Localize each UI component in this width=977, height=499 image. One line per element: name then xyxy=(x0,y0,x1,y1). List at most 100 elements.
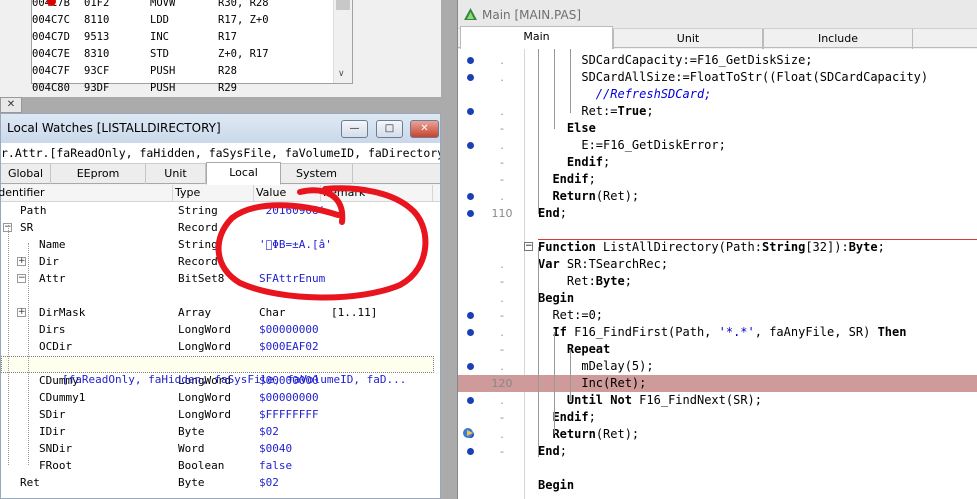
watch-row[interactable]: Name String ' ΦΒ=±A.[â' xyxy=(1,236,440,253)
code-line[interactable]: . SDCardAllSize:=FloatToStr((Float(SDCar… xyxy=(458,69,977,86)
editor-titlebar[interactable]: Main [MAIN.PAS] xyxy=(458,0,977,29)
watch-row[interactable]: − SR Record xyxy=(1,219,440,236)
line-number: - xyxy=(500,156,504,169)
watch-row[interactable]: SNDir Word $0040 xyxy=(1,440,440,457)
watch-identifier: Dirs xyxy=(39,323,66,336)
function-separator xyxy=(538,239,977,240)
watch-row[interactable]: + DirMask Array Char [1..11] xyxy=(1,304,440,321)
scroll-thumb[interactable] xyxy=(336,0,350,10)
code-line[interactable]: - Endif; xyxy=(458,154,977,171)
tab-local[interactable]: Local xyxy=(206,162,281,185)
maximize-button[interactable]: □ xyxy=(376,120,403,138)
watch-row[interactable]: SDir LongWord $FFFFFFFF xyxy=(1,406,440,423)
breakpoint-dot-icon[interactable] xyxy=(467,142,474,149)
code-line[interactable]: . E:=F16_GetDiskError; xyxy=(458,137,977,154)
current-line[interactable]: 120 Inc(Ret); xyxy=(458,375,977,392)
watch-row[interactable]: Path String '20160908' xyxy=(1,202,440,219)
watch-expression-field[interactable]: r.Attr.[faReadOnly, faHidden, faSysFile,… xyxy=(1,143,440,164)
watch-row[interactable]: OCDir LongWord $000EAF02 xyxy=(1,338,440,355)
code-text: Until Not F16_FindNext(SR); xyxy=(566,393,762,407)
watch-value: $00000000 xyxy=(259,323,319,336)
code-text: Endif; xyxy=(552,410,596,424)
code-line[interactable]: - Repeat xyxy=(458,341,977,358)
collapse-icon[interactable]: − xyxy=(17,274,26,283)
tab-unit[interactable]: Unit xyxy=(146,164,206,184)
fold-toggle-icon[interactable]: − xyxy=(524,242,533,251)
code-line[interactable]: - Endif; xyxy=(458,409,977,426)
line-number: . xyxy=(500,190,504,203)
close-icon[interactable]: ✕ xyxy=(0,97,22,113)
attr-value-row[interactable]: [faReadOnly, faHidden, faSysFile, faVolu… xyxy=(1,356,434,386)
watch-row[interactable]: Dirs LongWord $00000000 xyxy=(1,321,440,338)
breakpoint-dot-icon[interactable] xyxy=(467,448,474,455)
breakpoint-dot-icon[interactable] xyxy=(467,210,474,217)
watch-row[interactable]: CDummy1 LongWord $00000000 xyxy=(1,389,440,406)
breakpoint-dot-icon[interactable] xyxy=(467,193,474,200)
breakpoint-dot-icon[interactable] xyxy=(467,329,474,336)
expand-icon[interactable]: + xyxy=(17,308,26,317)
breakpoint-dot-icon[interactable] xyxy=(467,108,474,115)
watch-row[interactable]: Ret Byte $02 xyxy=(1,474,440,491)
code-line[interactable]: . Begin xyxy=(458,290,977,307)
close-button[interactable]: ✕ xyxy=(410,120,439,138)
watch-row[interactable]: IDir Byte $02 xyxy=(1,423,440,440)
code-line[interactable] xyxy=(458,460,977,477)
disasm-addr: 004C7E xyxy=(32,48,70,60)
breakpoint-dot-icon[interactable] xyxy=(467,74,474,81)
tab-main[interactable]: Main xyxy=(460,26,613,50)
breakpoint-dot-icon[interactable] xyxy=(467,363,474,370)
disassembly-list[interactable] xyxy=(31,0,353,84)
code-editor[interactable]: . SDCardCapacity:=F16_GetDiskSize;. SDCa… xyxy=(458,49,977,499)
breakpoint-dot-icon[interactable] xyxy=(467,312,474,319)
code-text: End; xyxy=(538,206,567,220)
watches-titlebar[interactable]: Local Watches [LISTALLDIRECTORY] — □ ✕ xyxy=(1,114,440,143)
watch-type: LongWord xyxy=(178,340,231,353)
line-number: . xyxy=(500,326,504,339)
minimize-button[interactable]: — xyxy=(341,120,368,138)
code-line[interactable]: . If F16_FindFirst(Path, '*.*', faAnyFil… xyxy=(458,324,977,341)
code-line[interactable]: - Ret:Byte; xyxy=(458,273,977,290)
code-line[interactable]: . Ret:=True; xyxy=(458,103,977,120)
watch-row[interactable]: FRoot Boolean false xyxy=(1,457,440,474)
fold-line xyxy=(538,247,539,457)
watch-identifier: SR xyxy=(20,221,34,234)
fold-line xyxy=(570,49,571,113)
watch-row[interactable]: + Dir Record xyxy=(1,253,440,270)
col-value[interactable]: Value xyxy=(254,185,321,202)
code-line[interactable]: Begin xyxy=(458,477,977,494)
tab-global[interactable]: Global xyxy=(1,164,51,184)
code-line[interactable]: Function ListAllDirectory(Path:String[32… xyxy=(458,239,977,256)
code-line[interactable]: //RefreshSDCard; xyxy=(458,86,977,103)
code-line[interactable]: . Return(Ret); xyxy=(458,426,977,443)
tab-system[interactable]: System xyxy=(281,164,353,184)
code-line[interactable]: . Return(Ret); xyxy=(458,188,977,205)
code-line[interactable]: 110 End; xyxy=(458,205,977,222)
disasm-addr: 004C80 xyxy=(32,82,70,94)
breakpoint-dot-icon[interactable] xyxy=(467,57,474,64)
code-line[interactable]: - Ret:=0; xyxy=(458,307,977,324)
watches-grid[interactable]: Identifier Type Value Remark Path String '… xyxy=(0,185,440,498)
breakpoint-dot-icon[interactable] xyxy=(467,397,474,404)
scroll-down-icon[interactable]: ∨ xyxy=(338,69,345,79)
code-line[interactable]: . Var SR:TSearchRec; xyxy=(458,256,977,273)
code-line[interactable]: - End; xyxy=(458,443,977,460)
watch-row[interactable]: − Attr BitSet8 SFAttrEnum xyxy=(1,270,440,287)
line-number: . xyxy=(500,71,504,84)
col-remark[interactable]: Remark xyxy=(321,185,433,202)
code-line[interactable]: . SDCardCapacity:=F16_GetDiskSize; xyxy=(458,52,977,69)
code-line[interactable]: . mDelay(5); xyxy=(458,358,977,375)
code-line[interactable]: - Else xyxy=(458,120,977,137)
tab-eeprom[interactable]: EEprom xyxy=(51,164,146,184)
code-text: SDCardCapacity:=F16_GetDiskSize; xyxy=(538,53,813,67)
tab-unit-editor[interactable]: Unit xyxy=(613,29,763,49)
code-line[interactable] xyxy=(458,222,977,239)
watch-type: LongWord xyxy=(178,408,231,421)
code-line[interactable]: - Endif; xyxy=(458,171,977,188)
code-text: Endif; xyxy=(566,155,611,169)
col-identifier[interactable]: Identifier xyxy=(0,185,173,202)
code-line[interactable]: . Until Not F16_FindNext(SR); xyxy=(458,392,977,409)
disassembly-scrollbar[interactable]: ∨ xyxy=(333,0,352,83)
expand-icon[interactable]: + xyxy=(17,257,26,266)
tab-include[interactable]: Include xyxy=(763,29,913,49)
col-type[interactable]: Type xyxy=(173,185,254,202)
